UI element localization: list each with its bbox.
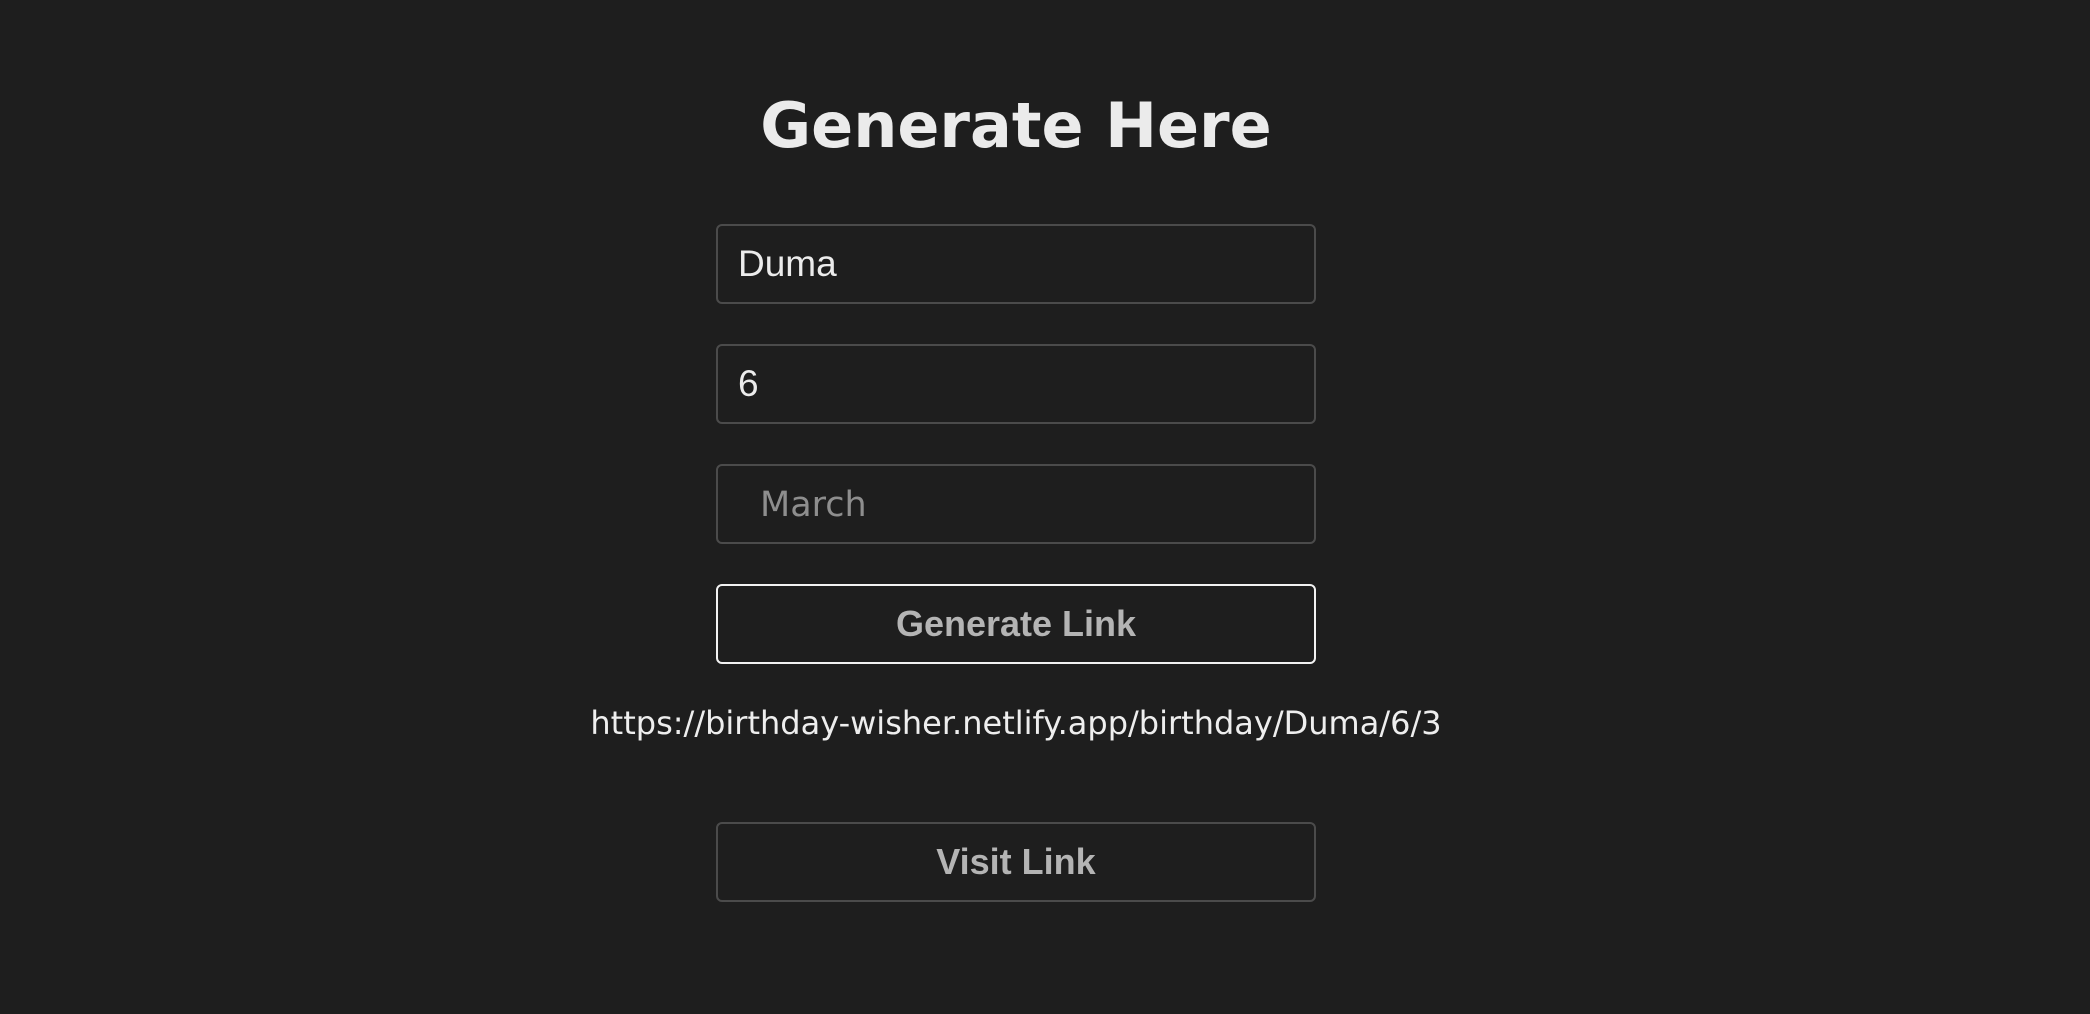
generate-link-button[interactable]: Generate Link: [716, 584, 1316, 664]
generator-page: Generate Here Generate Link https://birt…: [0, 0, 2090, 1014]
generated-link-text: https://birthday-wisher.netlify.app/birt…: [590, 704, 1442, 742]
name-field: [716, 224, 1316, 304]
name-input[interactable]: [718, 226, 1314, 302]
visit-link-button[interactable]: Visit Link: [716, 822, 1316, 902]
day-input[interactable]: [718, 346, 1314, 422]
month-field: [716, 464, 1316, 544]
page-title: Generate Here: [760, 89, 1272, 162]
month-input[interactable]: [718, 466, 1314, 542]
day-field: [716, 344, 1316, 424]
